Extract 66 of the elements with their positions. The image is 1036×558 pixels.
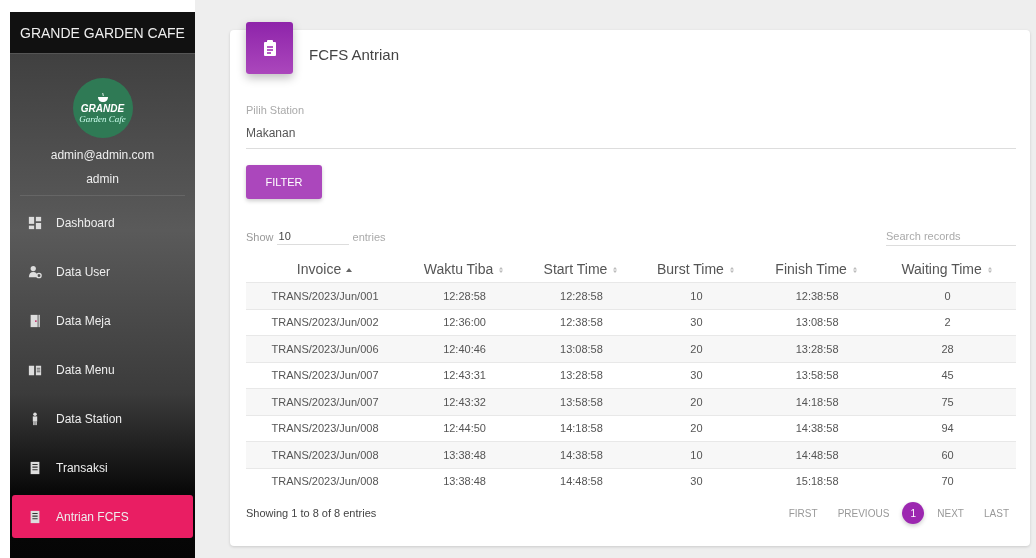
table-cell: 75 xyxy=(879,388,1016,415)
table-cell: 12:28:58 xyxy=(525,282,638,309)
table-cell: TRANS/2023/Jun/008 xyxy=(246,468,404,494)
table-cell: 13:28:58 xyxy=(755,335,880,362)
column-header[interactable]: Start Time xyxy=(525,256,638,283)
sidebar-item[interactable]: Data Meja xyxy=(12,299,193,342)
user-gear-icon xyxy=(28,264,42,279)
dashboard-icon xyxy=(28,215,42,230)
table-cell: TRANS/2023/Jun/006 xyxy=(246,335,404,362)
column-header[interactable]: Burst Time xyxy=(637,256,756,283)
table-cell: TRANS/2023/Jun/001 xyxy=(246,282,404,309)
table-cell: 30 xyxy=(637,468,756,494)
table-cell: 13:38:48 xyxy=(404,468,526,494)
receipt-icon xyxy=(28,460,42,475)
user-name: admin xyxy=(86,172,119,186)
table-cell: 20 xyxy=(637,335,756,362)
sort-icon xyxy=(985,266,994,275)
sort-ascending-icon xyxy=(345,266,354,275)
card-title: FCFS Antrian xyxy=(309,46,400,63)
table-cell: 14:48:58 xyxy=(525,468,638,494)
user-email: admin@admin.com xyxy=(50,148,155,162)
table-cell: 12:43:32 xyxy=(404,388,526,415)
table-cell: 15:18:58 xyxy=(755,468,880,494)
sort-icon xyxy=(727,266,736,275)
sort-icon xyxy=(497,266,506,275)
column-header[interactable]: Finish Time xyxy=(755,256,880,283)
sidebar-item[interactable]: Dashboard xyxy=(12,201,193,244)
table-cell: 13:38:48 xyxy=(404,441,526,468)
table-cell: 0 xyxy=(879,282,1016,309)
table-cell: 10 xyxy=(637,441,756,468)
page-button[interactable]: 1 xyxy=(902,502,925,524)
sidebar-item[interactable]: Transaksi xyxy=(12,446,193,489)
door-icon xyxy=(28,313,42,328)
brand-title: GRANDE GARDEN CAFE xyxy=(10,12,195,54)
column-header[interactable]: Waktu Tiba xyxy=(404,256,526,283)
table-cell: TRANS/2023/Jun/008 xyxy=(246,441,404,468)
table-cell: 14:38:58 xyxy=(525,441,638,468)
sort-icon xyxy=(850,266,859,275)
table-cell: TRANS/2023/Jun/007 xyxy=(246,388,404,415)
filter-button[interactable]: FILTER xyxy=(246,165,322,199)
sidebar-item[interactable]: Data User xyxy=(12,250,193,293)
table-cell: 70 xyxy=(879,468,1016,494)
logo: GRANDE Garden Cafe xyxy=(72,78,133,138)
table-cell: 28 xyxy=(879,335,1016,362)
table-cell: 20 xyxy=(637,388,756,415)
table-cell: 60 xyxy=(879,441,1016,468)
table-cell: 13:58:58 xyxy=(525,388,638,415)
receipt-icon xyxy=(28,509,42,524)
table-cell: 14:18:58 xyxy=(755,388,880,415)
sidebar-item[interactable]: Data Station xyxy=(12,397,193,440)
station-select[interactable]: Makanan xyxy=(246,116,1016,149)
table-cell: 13:08:58 xyxy=(525,335,638,362)
sidebar-item[interactable]: Data Menu xyxy=(12,348,193,391)
entries-label: entries xyxy=(352,230,386,243)
show-label: Show xyxy=(246,230,274,243)
column-header[interactable]: Waiting Time xyxy=(879,256,1016,283)
table-cell: 12:38:58 xyxy=(755,282,880,309)
table-cell: 10 xyxy=(637,282,756,309)
column-header[interactable]: Invoice xyxy=(246,256,404,283)
table-info: Showing 1 to 8 of 8 entries xyxy=(246,507,377,519)
sort-icon xyxy=(611,266,620,275)
table-cell: 12:40:46 xyxy=(404,335,526,362)
table-cell: 12:28:58 xyxy=(404,282,526,309)
field-label: Pilih Station xyxy=(246,104,306,116)
sidebar-item[interactable]: Antrian FCFS xyxy=(12,495,193,538)
table-cell: 14:48:58 xyxy=(755,441,880,468)
